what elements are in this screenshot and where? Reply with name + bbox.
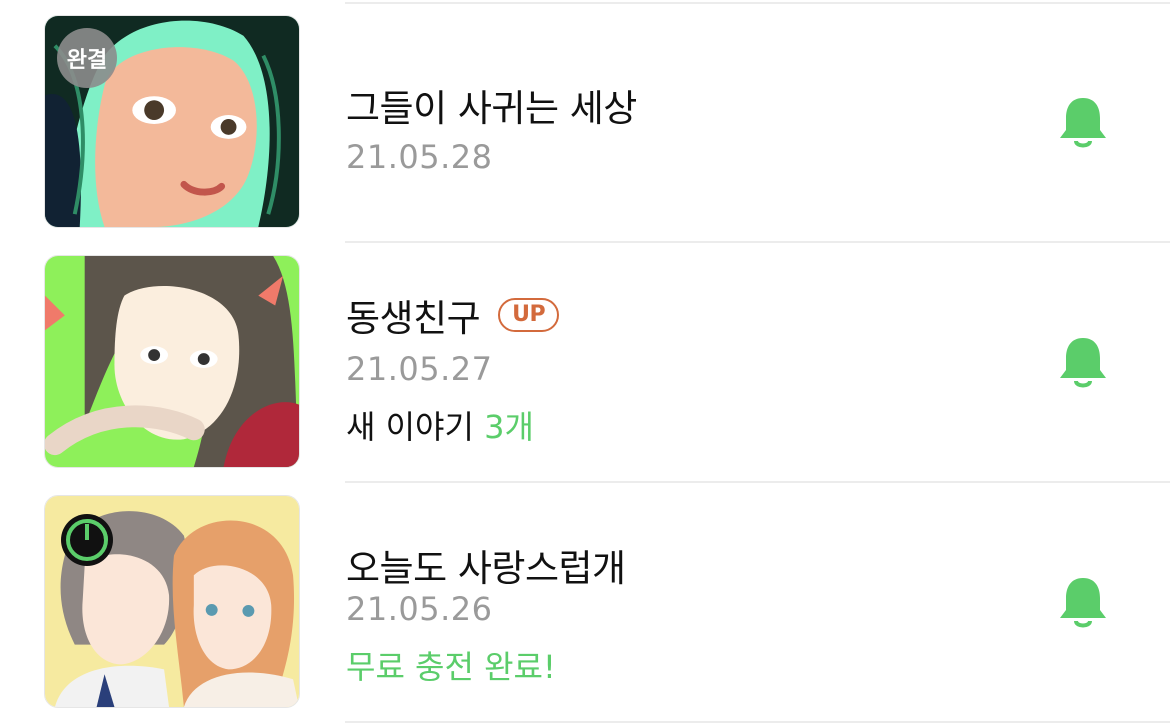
title: 동생친구 UP (346, 288, 560, 342)
bell-icon[interactable] (1058, 336, 1108, 391)
new-stories-count: 3개 (484, 408, 534, 446)
wait-free-timer-icon (59, 512, 115, 568)
thumbnail-image (44, 495, 300, 708)
title-text: 그들이 사귀는 세상 (346, 87, 637, 130)
divider (345, 721, 1170, 723)
bell-icon[interactable] (1058, 576, 1108, 631)
free-charge-status: 무료 충전 완료! (346, 648, 556, 686)
list-item[interactable]: 완결 그들이 사귀는 세상 21.05.28 (0, 0, 1170, 240)
up-badge: UP (498, 298, 560, 332)
list-item[interactable]: 오늘도 사랑스럽개 21.05.26 무료 충전 완료! (0, 480, 1170, 720)
date: 21.05.26 (346, 590, 493, 628)
date: 21.05.28 (346, 138, 493, 176)
completed-badge: 완결 (57, 28, 117, 88)
date: 21.05.27 (346, 350, 493, 388)
thumbnail-image (44, 255, 300, 468)
title: 오늘도 사랑스럽개 (346, 538, 626, 592)
bell-icon[interactable] (1058, 96, 1108, 151)
thumbnail-image: 완결 (44, 15, 300, 228)
title-text: 동생친구 (346, 297, 481, 340)
list-item[interactable]: 동생친구 UP 21.05.27 새 이야기 3개 (0, 240, 1170, 480)
title: 그들이 사귀는 세상 (346, 78, 637, 132)
new-stories-text: 새 이야기 3개 (346, 402, 534, 448)
new-stories-label: 새 이야기 (346, 408, 485, 446)
title-text: 오늘도 사랑스럽개 (346, 547, 626, 590)
